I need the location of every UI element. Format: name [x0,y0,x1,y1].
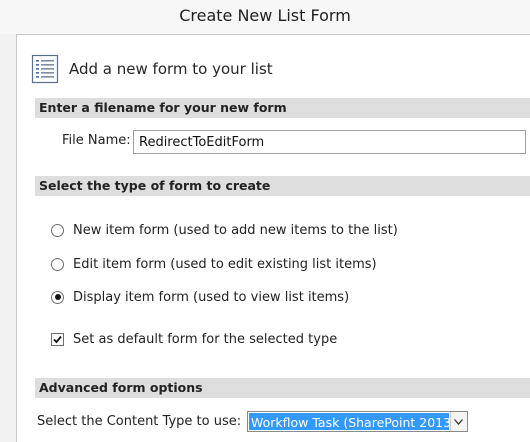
chevron-down-icon[interactable] [449,412,467,431]
content-type-dropdown[interactable]: Workflow Task (SharePoint 2013) [247,411,468,432]
radio-label: Edit item form (used to edit existing li… [73,256,377,272]
dialog-title: Create New List Form [0,0,530,34]
file-name-input[interactable] [133,130,526,154]
content-type-selected-value: Workflow Task (SharePoint 2013) [249,413,449,430]
create-list-form-dialog: Create New List Form Add a new form to y… [0,0,530,442]
content-type-label: Select the Content Type to use: [37,414,242,429]
radio-new-item-form[interactable]: New item form (used to add new items to … [51,221,398,239]
checkbox-label: Set as default form for the selected typ… [73,331,338,347]
radio-edit-item-form[interactable]: Edit item form (used to edit existing li… [51,255,377,273]
radio-label: Display item form (used to view list ite… [73,289,350,305]
file-name-label: File Name: [62,133,131,148]
section-header-advanced: Advanced form options [35,378,530,398]
set-default-checkbox[interactable] [51,332,64,346]
form-list-icon [31,54,59,84]
checkmark-icon [53,335,62,343]
radio-button[interactable] [51,257,64,271]
dialog-heading: Add a new form to your list [69,60,273,78]
dialog-body: Add a new form to your list Enter a file… [16,34,530,442]
set-default-form-checkbox-row[interactable]: Set as default form for the selected typ… [51,330,337,348]
section-header-filename: Enter a filename for your new form [35,98,530,118]
dialog-header: Add a new form to your list [31,53,273,85]
radio-display-item-form[interactable]: Display item form (used to view list ite… [51,288,349,306]
radio-label: New item form (used to add new items to … [73,222,398,238]
section-header-form-type: Select the type of form to create [35,176,530,196]
radio-button-selected[interactable] [51,290,64,304]
radio-button[interactable] [51,223,64,237]
